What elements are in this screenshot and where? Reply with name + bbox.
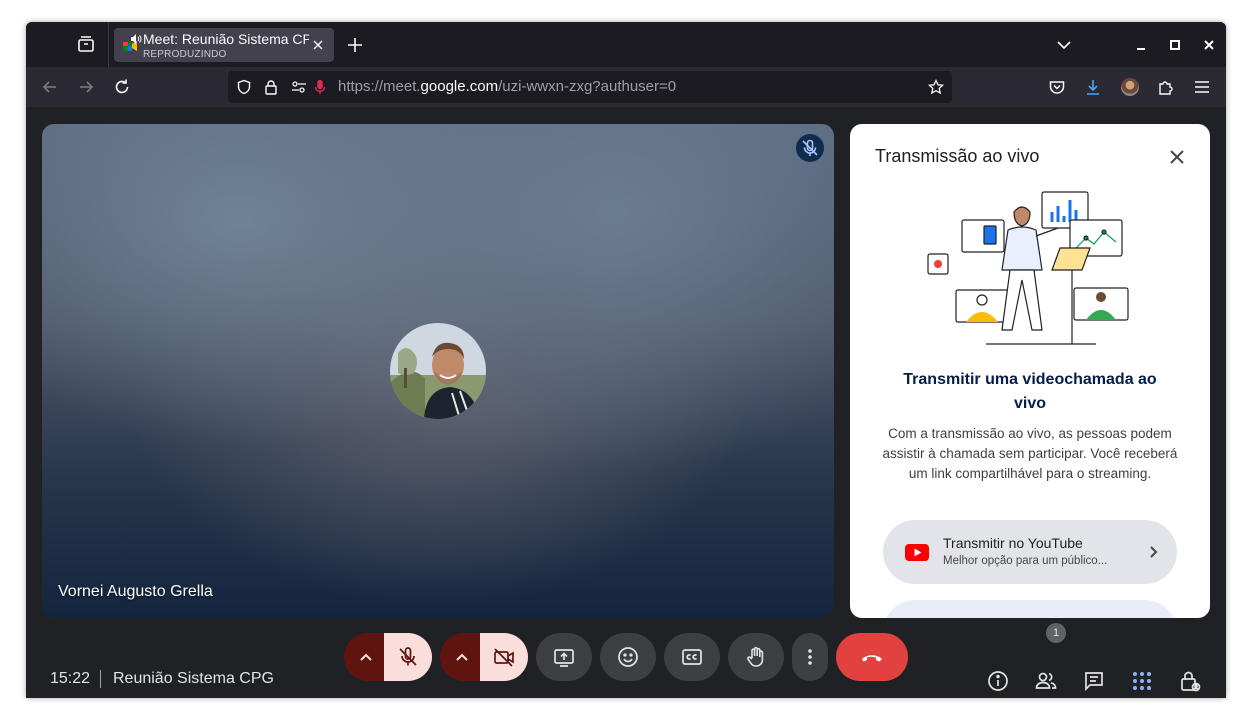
youtube-title: Transmitir no YouTube bbox=[943, 535, 1083, 551]
divider bbox=[100, 670, 101, 688]
people-icon[interactable] bbox=[1034, 669, 1058, 693]
back-icon[interactable] bbox=[41, 78, 59, 96]
apps-icon[interactable] bbox=[1130, 669, 1154, 693]
shield-icon[interactable] bbox=[236, 79, 252, 95]
pocket-icon[interactable] bbox=[1048, 78, 1066, 96]
live-stream-illustration bbox=[926, 184, 1136, 354]
camera-button[interactable] bbox=[480, 633, 528, 681]
mic-off-icon bbox=[796, 134, 824, 162]
chevron-down-icon[interactable] bbox=[1056, 37, 1072, 53]
tab-divider bbox=[108, 22, 109, 67]
download-icon[interactable] bbox=[1084, 78, 1102, 96]
overview-icon[interactable] bbox=[74, 32, 98, 56]
extensions-icon[interactable] bbox=[1157, 78, 1175, 96]
close-icon[interactable] bbox=[310, 37, 326, 53]
permissions-icon[interactable] bbox=[291, 79, 307, 95]
chevron-up-icon[interactable] bbox=[454, 649, 470, 665]
plus-icon[interactable] bbox=[346, 36, 364, 54]
youtube-icon bbox=[905, 544, 929, 561]
url-domain: google.com bbox=[420, 78, 499, 95]
url-bar[interactable]: https://meet.google.com/uzi-wwxn-zxg?aut… bbox=[228, 71, 952, 103]
tab-meet[interactable]: Meet: Reunião Sistema CPG REPRODUZINDO bbox=[114, 28, 334, 62]
present-button[interactable] bbox=[536, 633, 592, 681]
panel-title: Transmissão ao vivo bbox=[875, 146, 1040, 166]
nav-bar: https://meet.google.com/uzi-wwxn-zxg?aut… bbox=[26, 67, 1226, 107]
reactions-button[interactable] bbox=[600, 633, 656, 681]
close-window-icon[interactable] bbox=[1201, 37, 1217, 53]
menu-icon[interactable] bbox=[1193, 78, 1211, 96]
tab-strip: Meet: Reunião Sistema CPG REPRODUZINDO bbox=[26, 22, 1226, 67]
chevron-right-icon bbox=[1145, 544, 1161, 560]
people-count-badge: 1 bbox=[1046, 623, 1066, 643]
info-icon[interactable] bbox=[986, 669, 1010, 693]
camera-off-icon bbox=[492, 645, 516, 669]
stream-option-button[interactable] bbox=[883, 600, 1177, 618]
speaker-icon[interactable] bbox=[130, 33, 142, 45]
lock-icon[interactable] bbox=[263, 79, 279, 95]
url-prefix: https://meet. bbox=[338, 78, 421, 95]
url-text: https://meet.google.com/uzi-wwxn-zxg?aut… bbox=[338, 78, 676, 95]
close-icon[interactable] bbox=[1166, 146, 1188, 168]
reload-icon[interactable] bbox=[113, 78, 131, 96]
live-stream-panel: Transmissão ao vivo Transmitir uma video… bbox=[850, 124, 1210, 618]
hand-icon bbox=[744, 645, 768, 669]
present-icon bbox=[552, 645, 576, 669]
mic-control-group bbox=[344, 633, 432, 681]
maximize-icon[interactable] bbox=[1167, 37, 1183, 53]
mic-off-icon bbox=[396, 645, 420, 669]
account-avatar[interactable] bbox=[1121, 78, 1139, 96]
panel-heading: Transmitir uma videochamada ao vivo bbox=[903, 371, 1157, 412]
meeting-time: 15:22 bbox=[50, 670, 91, 687]
url-path: /uzi-wwxn-zxg?authuser=0 bbox=[498, 78, 677, 95]
stream-youtube-button[interactable]: Transmitir no YouTube Melhor opção para … bbox=[883, 520, 1177, 584]
tab-title: Meet: Reunião Sistema CPG bbox=[143, 31, 309, 47]
avatar bbox=[390, 323, 486, 419]
hangup-icon bbox=[858, 645, 886, 669]
host-controls-icon[interactable] bbox=[1178, 669, 1202, 693]
emoji-icon bbox=[616, 645, 640, 669]
leave-call-button[interactable] bbox=[836, 633, 908, 681]
participant-tile[interactable]: Vornei Augusto Grella bbox=[42, 124, 834, 618]
meeting-name: Reunião Sistema CPG bbox=[113, 670, 274, 687]
more-options-button[interactable] bbox=[792, 633, 828, 681]
star-icon[interactable] bbox=[928, 79, 944, 95]
browser-window: Meet: Reunião Sistema CPG REPRODUZINDO h… bbox=[26, 22, 1226, 698]
more-icon bbox=[798, 645, 822, 669]
raise-hand-button[interactable] bbox=[728, 633, 784, 681]
participant-name: Vornei Augusto Grella bbox=[58, 583, 213, 600]
panel-description: Com a transmissão ao vivo, as pessoas po… bbox=[882, 426, 1178, 481]
chat-icon[interactable] bbox=[1082, 669, 1106, 693]
captions-button[interactable] bbox=[664, 633, 720, 681]
tab-playing-label: REPRODUZINDO bbox=[143, 49, 227, 60]
minimize-icon[interactable] bbox=[1133, 37, 1149, 53]
forward-icon[interactable] bbox=[77, 78, 95, 96]
captions-icon bbox=[680, 645, 704, 669]
meet-content: Vornei Augusto Grella Transmissão ao viv… bbox=[26, 107, 1226, 698]
mic-blocked-icon[interactable] bbox=[312, 79, 328, 95]
mic-button[interactable] bbox=[384, 633, 432, 681]
chevron-up-icon[interactable] bbox=[358, 649, 374, 665]
youtube-subtitle: Melhor opção para um público... bbox=[943, 555, 1108, 567]
camera-control-group bbox=[440, 633, 528, 681]
